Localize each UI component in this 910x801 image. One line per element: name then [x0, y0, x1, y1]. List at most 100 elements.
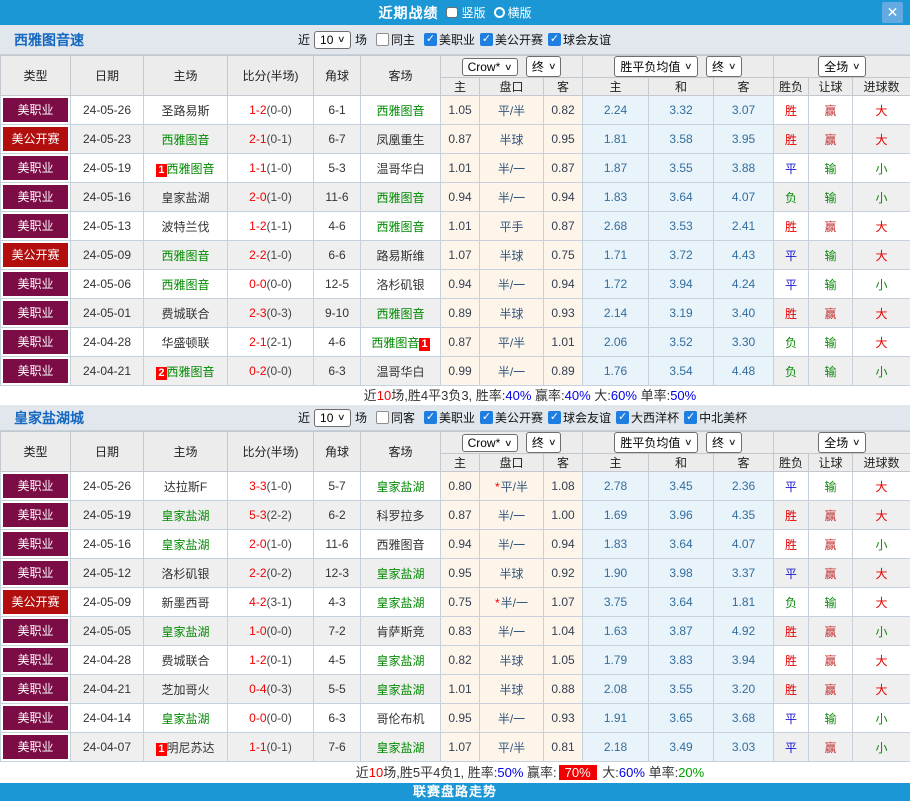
home-team: 1明尼苏达: [144, 733, 228, 762]
match-score: 1-1(1-0): [228, 154, 314, 183]
match-row: 美职业24-04-212西雅图音0-2(0-0)6-3温哥华白0.99半/一0.…: [1, 357, 910, 386]
result-label: 小: [876, 191, 888, 205]
result-label: 胜: [785, 625, 797, 639]
result-label: 赢: [825, 538, 837, 552]
mean-home-odds: 1.83: [583, 183, 649, 212]
bookmaker-select[interactable]: Crow* ∨: [462, 58, 518, 76]
home-team: 西雅图音: [144, 125, 228, 154]
league-trend-section-bar[interactable]: 联赛盘路走势: [0, 783, 910, 801]
result-handicap: 输: [809, 328, 853, 357]
col-home: 主场: [144, 432, 228, 472]
result-outcome: 平: [774, 270, 809, 299]
summary-segment: 近: [356, 765, 369, 780]
halftime-score: (1-0): [267, 537, 292, 551]
crow-final-select[interactable]: 终 ∨: [526, 432, 562, 453]
mean-final-select[interactable]: 终 ∨: [706, 432, 742, 453]
mean-home-odds: 2.24: [583, 96, 649, 125]
team-label: 西雅图音: [167, 365, 215, 379]
same-venue-filter[interactable]: 同主: [376, 31, 415, 48]
result-label: 大: [876, 509, 888, 523]
chevron-down-icon: ∨: [337, 35, 346, 44]
result-outcome: 负: [774, 183, 809, 212]
match-row: 美公开赛24-05-23西雅图音2-1(0-1)6-7凤凰重生0.87半球0.9…: [1, 125, 910, 154]
match-count-select[interactable]: 10 ∨: [314, 409, 351, 427]
crow-handicap: 半/一: [480, 617, 544, 646]
mean-odds-select[interactable]: 胜平负均值 ∨: [614, 432, 698, 453]
mean-draw-odds: 3.55: [649, 675, 714, 704]
radio-vertical[interactable]: 竖版: [446, 4, 485, 21]
result-label: 输: [825, 365, 837, 379]
summary-segment: 50%: [497, 765, 523, 780]
team-label: 芝加哥火: [161, 683, 209, 697]
match-score: 1-1(0-1): [228, 733, 314, 762]
match-row: 美职业24-05-16皇家盐湖2-0(1-0)11-6西雅图音0.94半/一0.…: [1, 183, 910, 212]
crow-home-odds: 0.95: [441, 704, 480, 733]
crow-home-odds: 0.83: [441, 617, 480, 646]
mean-odds-select[interactable]: 胜平负均值 ∨: [614, 56, 698, 77]
corners: 5-3: [314, 154, 361, 183]
fulltime-score: 3-3: [249, 479, 266, 493]
match-date: 24-05-23: [71, 125, 144, 154]
league-type: 美职业: [1, 154, 71, 183]
team-label: 西雅图音: [167, 162, 215, 176]
match-date: 24-04-07: [71, 733, 144, 762]
home-team: 圣路易斯: [144, 96, 228, 125]
chevron-down-icon: ∨: [684, 62, 693, 71]
mean-draw-odds: 3.19: [649, 299, 714, 328]
league-filter[interactable]: ✓中北美杯: [684, 409, 747, 426]
league-filter[interactable]: ✓美公开赛: [480, 31, 543, 48]
match-score: 1-0(0-0): [228, 617, 314, 646]
mean-final-select[interactable]: 终 ∨: [706, 56, 742, 77]
close-button[interactable]: ✕: [882, 2, 903, 23]
crow-away-odds: 0.95: [544, 125, 583, 154]
team-label: 西雅图音: [161, 249, 209, 263]
mean-away-odds: 3.03: [714, 733, 774, 762]
radio-horizontal[interactable]: 横版: [494, 4, 532, 21]
league-filter[interactable]: ✓美公开赛: [480, 409, 543, 426]
team-label: 皇家盐湖: [376, 567, 424, 581]
chevron-down-icon: ∨: [852, 438, 861, 447]
league-filter[interactable]: ✓美职业: [424, 409, 475, 426]
result-goals: 大: [853, 96, 910, 125]
league-filter-label: 球会友谊: [563, 409, 611, 426]
result-handicap: 赢: [809, 675, 853, 704]
league-type: 美公开赛: [1, 241, 71, 270]
summary-segment: 场,胜5平4负1, 胜率:: [383, 765, 497, 780]
bookmaker-select[interactable]: Crow* ∨: [462, 434, 518, 452]
ranking-badge: 1: [156, 743, 166, 756]
result-label: 大: [876, 596, 888, 610]
result-handicap: 输: [809, 357, 853, 386]
crow-home-odds: 0.87: [441, 501, 480, 530]
league-filter[interactable]: ✓美职业: [424, 31, 475, 48]
result-goals: 大: [853, 675, 910, 704]
halftime-score: (0-0): [267, 711, 292, 725]
match-score: 2-1(2-1): [228, 328, 314, 357]
team-label: 西雅图音: [376, 191, 424, 205]
league-filter[interactable]: ✓大西洋杯: [616, 409, 679, 426]
match-count-select[interactable]: 10 ∨: [314, 31, 351, 49]
crow-handicap: 半/一: [480, 270, 544, 299]
team-label: 西雅图音: [376, 104, 424, 118]
league-filter[interactable]: ✓球会友谊: [548, 31, 611, 48]
results-table: 类型 日期 主场 比分(半场) 角球 客场 Crow* ∨ 终 ∨: [0, 431, 910, 762]
result-label: 赢: [825, 741, 837, 755]
match-score: 0-2(0-0): [228, 357, 314, 386]
result-label: 赢: [825, 654, 837, 668]
result-label: 大: [876, 567, 888, 581]
mean-away-odds: 3.40: [714, 299, 774, 328]
league-filter[interactable]: ✓球会友谊: [548, 409, 611, 426]
corners: 4-6: [314, 328, 361, 357]
summary-segment: 赢率:: [531, 388, 564, 403]
mean-home-odds: 1.63: [583, 617, 649, 646]
fullmatch-select[interactable]: 全场 ∨: [818, 432, 866, 453]
col-crow-home: 主: [441, 78, 480, 96]
crow-home-odds: 1.07: [441, 733, 480, 762]
mean-home-odds: 1.83: [583, 530, 649, 559]
crow-final-select[interactable]: 终 ∨: [526, 56, 562, 77]
same-venue-filter[interactable]: 同客: [376, 409, 415, 426]
col-handicap: 盘口: [480, 78, 544, 96]
match-date: 24-05-09: [71, 241, 144, 270]
crow-select-cell: Crow* ∨ 终 ∨: [441, 56, 583, 78]
fullmatch-select[interactable]: 全场 ∨: [818, 56, 866, 77]
col-handicap: 盘口: [480, 454, 544, 472]
